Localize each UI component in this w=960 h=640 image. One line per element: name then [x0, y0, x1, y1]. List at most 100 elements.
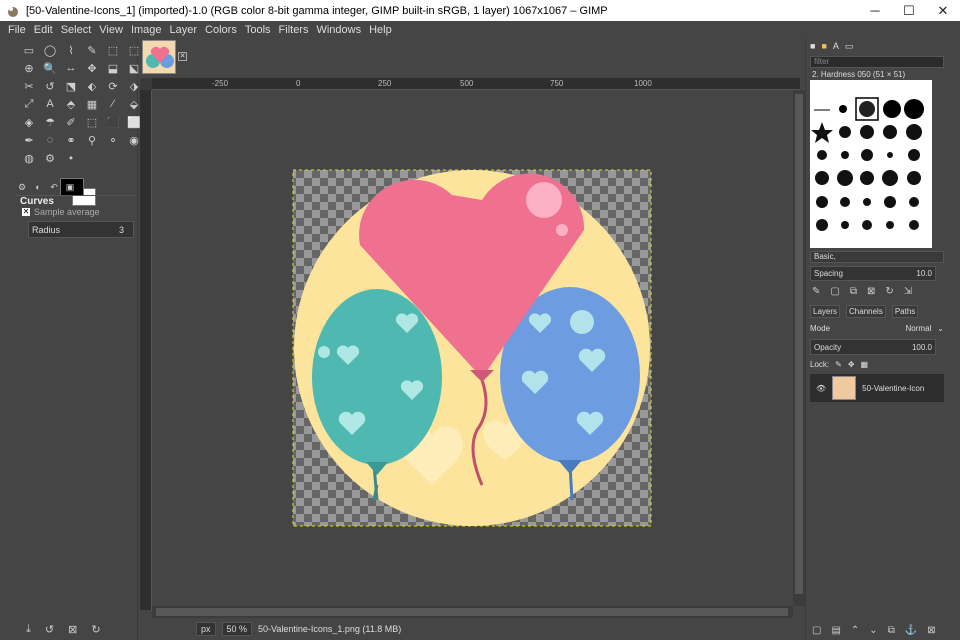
tool-icon[interactable]: ⬖	[83, 78, 101, 94]
reset-options-icon[interactable]: ↻	[91, 623, 100, 636]
menu-edit[interactable]: Edit	[30, 24, 57, 36]
opacity-spinner[interactable]: Opacity 100.0	[810, 339, 936, 355]
layer-row[interactable]: 👁 50-Valentine-Icon	[810, 374, 944, 402]
tool-options-tab-icon[interactable]: ⚙	[16, 182, 28, 194]
tool-icon[interactable]: ☂	[41, 114, 59, 130]
radius-spinner[interactable]: Radius 3	[28, 221, 134, 238]
duplicate-brush-icon[interactable]: ⧉	[850, 286, 857, 297]
layer-name[interactable]: 50-Valentine-Icon	[862, 384, 924, 393]
new-layer-icon[interactable]: ▢	[812, 625, 821, 636]
tool-icon[interactable]: ⚬	[104, 132, 122, 148]
delete-brush-icon[interactable]: ⊠	[867, 286, 875, 297]
tool-icon[interactable]: ✒	[20, 132, 38, 148]
scroll-thumb[interactable]	[156, 608, 788, 616]
tool-icon[interactable]: ⚙	[41, 150, 59, 166]
brush-filter-input[interactable]: filter	[810, 56, 944, 68]
tool-icon[interactable]: ⬩	[62, 150, 80, 166]
undo-tab-icon[interactable]: ↶	[48, 182, 60, 194]
patterns-tab-icon[interactable]: ■	[821, 41, 826, 52]
unit-select[interactable]: px	[196, 622, 216, 636]
mode-select[interactable]: Normal	[906, 324, 932, 333]
new-group-icon[interactable]: ▤	[831, 625, 840, 636]
chevron-down-icon[interactable]: ⌄	[937, 324, 944, 333]
delete-options-icon[interactable]: ⊠	[68, 623, 77, 636]
brushes-tab-icon[interactable]: ■	[810, 41, 815, 52]
menu-colors[interactable]: Colors	[201, 24, 241, 36]
tool-icon[interactable]: ⬘	[62, 96, 80, 112]
tool-icon[interactable]: ⚲	[83, 132, 101, 148]
lock-pixels-icon[interactable]: ✎	[835, 360, 842, 369]
brush-preset-select[interactable]: Basic,	[810, 251, 944, 263]
image-tab-thumbnail[interactable]	[142, 40, 176, 74]
menu-file[interactable]: File	[4, 24, 30, 36]
refresh-brushes-icon[interactable]: ↻	[885, 286, 893, 297]
tool-icon[interactable]: ↔	[62, 60, 80, 76]
menu-tools[interactable]: Tools	[241, 24, 275, 36]
canvas-area[interactable]	[152, 90, 793, 606]
menu-layer[interactable]: Layer	[166, 24, 202, 36]
image-canvas[interactable]	[152, 90, 793, 606]
tool-icon[interactable]: ⁄	[104, 96, 122, 112]
eye-icon[interactable]: 👁	[816, 384, 826, 393]
tool-icon[interactable]: ⤢	[20, 96, 38, 112]
tool-icon[interactable]: ⌇	[62, 42, 80, 58]
open-brush-icon[interactable]: ⇲	[904, 286, 912, 297]
raise-layer-icon[interactable]: ⌃	[851, 625, 859, 636]
lower-layer-icon[interactable]: ⌄	[869, 625, 877, 636]
tool-icon[interactable]: ◈	[20, 114, 38, 130]
lock-position-icon[interactable]: ✥	[848, 360, 855, 369]
tool-icon[interactable]: ✎	[83, 42, 101, 58]
tab-channels[interactable]: Channels	[846, 305, 886, 318]
tool-icon[interactable]: ⬔	[62, 78, 80, 94]
anchor-layer-icon[interactable]: ⚓	[905, 625, 917, 636]
close-button[interactable]: ✕	[926, 0, 960, 21]
save-options-icon[interactable]: ⤓	[26, 623, 31, 636]
tab-close-icon[interactable]: ✕	[178, 52, 187, 61]
maximize-button[interactable]: ☐	[892, 0, 926, 21]
new-brush-icon[interactable]: ▢	[830, 286, 839, 297]
brush-grid[interactable]	[810, 80, 932, 248]
horizontal-scrollbar[interactable]	[152, 606, 793, 618]
minimize-button[interactable]: ─	[858, 0, 892, 21]
tool-icon[interactable]: ⬓	[104, 60, 122, 76]
ruler-corner[interactable]	[140, 78, 152, 90]
tool-icon[interactable]: ◌	[41, 132, 59, 148]
tool-icon[interactable]: ⚭	[62, 132, 80, 148]
tool-icon[interactable]: ⬚	[104, 42, 122, 58]
tool-icon[interactable]: ↺	[41, 78, 59, 94]
sample-average-checkbox[interactable]: ✕ Sample average	[22, 207, 100, 217]
spacing-spinner[interactable]: Spacing 10.0	[810, 266, 936, 281]
duplicate-layer-icon[interactable]: ⧉	[888, 625, 895, 636]
tool-icon[interactable]: ⬛	[104, 114, 122, 130]
restore-options-icon[interactable]: ↺	[45, 623, 54, 636]
fonts-tab-icon[interactable]: A	[833, 41, 839, 52]
tab-paths[interactable]: Paths	[891, 305, 919, 318]
menu-view[interactable]: View	[95, 24, 127, 36]
delete-layer-icon[interactable]: ⊠	[927, 625, 935, 636]
menu-help[interactable]: Help	[365, 24, 396, 36]
gradients-tab-icon[interactable]: ▭	[845, 41, 854, 52]
tool-icon[interactable]: ✥	[83, 60, 101, 76]
tool-icon[interactable]: ✂	[20, 78, 38, 94]
zoom-select[interactable]: 50 %	[221, 622, 253, 636]
images-tab-icon[interactable]: ▣	[64, 182, 76, 194]
tool-icon[interactable]: ⊕	[20, 60, 38, 76]
scroll-thumb[interactable]	[795, 94, 803, 594]
tool-icon[interactable]: ◯	[41, 42, 59, 58]
menu-windows[interactable]: Windows	[312, 24, 365, 36]
tool-icon[interactable]: A	[41, 96, 59, 112]
menu-filters[interactable]: Filters	[275, 24, 313, 36]
edit-brush-icon[interactable]: ✎	[812, 286, 820, 297]
menu-select[interactable]: Select	[57, 24, 96, 36]
device-status-tab-icon[interactable]: ◐	[32, 182, 44, 194]
vertical-scrollbar[interactable]	[793, 90, 805, 606]
tool-icon[interactable]: ⟳	[104, 78, 122, 94]
tool-icon[interactable]: ▭	[20, 42, 38, 58]
lock-alpha-icon[interactable]: ▦	[861, 360, 869, 369]
tool-icon[interactable]: ⬚	[83, 114, 101, 130]
tool-icon[interactable]: ✐	[62, 114, 80, 130]
tool-icon[interactable]: ▦	[83, 96, 101, 112]
tab-layers[interactable]: Layers	[810, 305, 841, 318]
tool-icon[interactable]: ◍	[20, 150, 38, 166]
menu-image[interactable]: Image	[127, 24, 166, 36]
